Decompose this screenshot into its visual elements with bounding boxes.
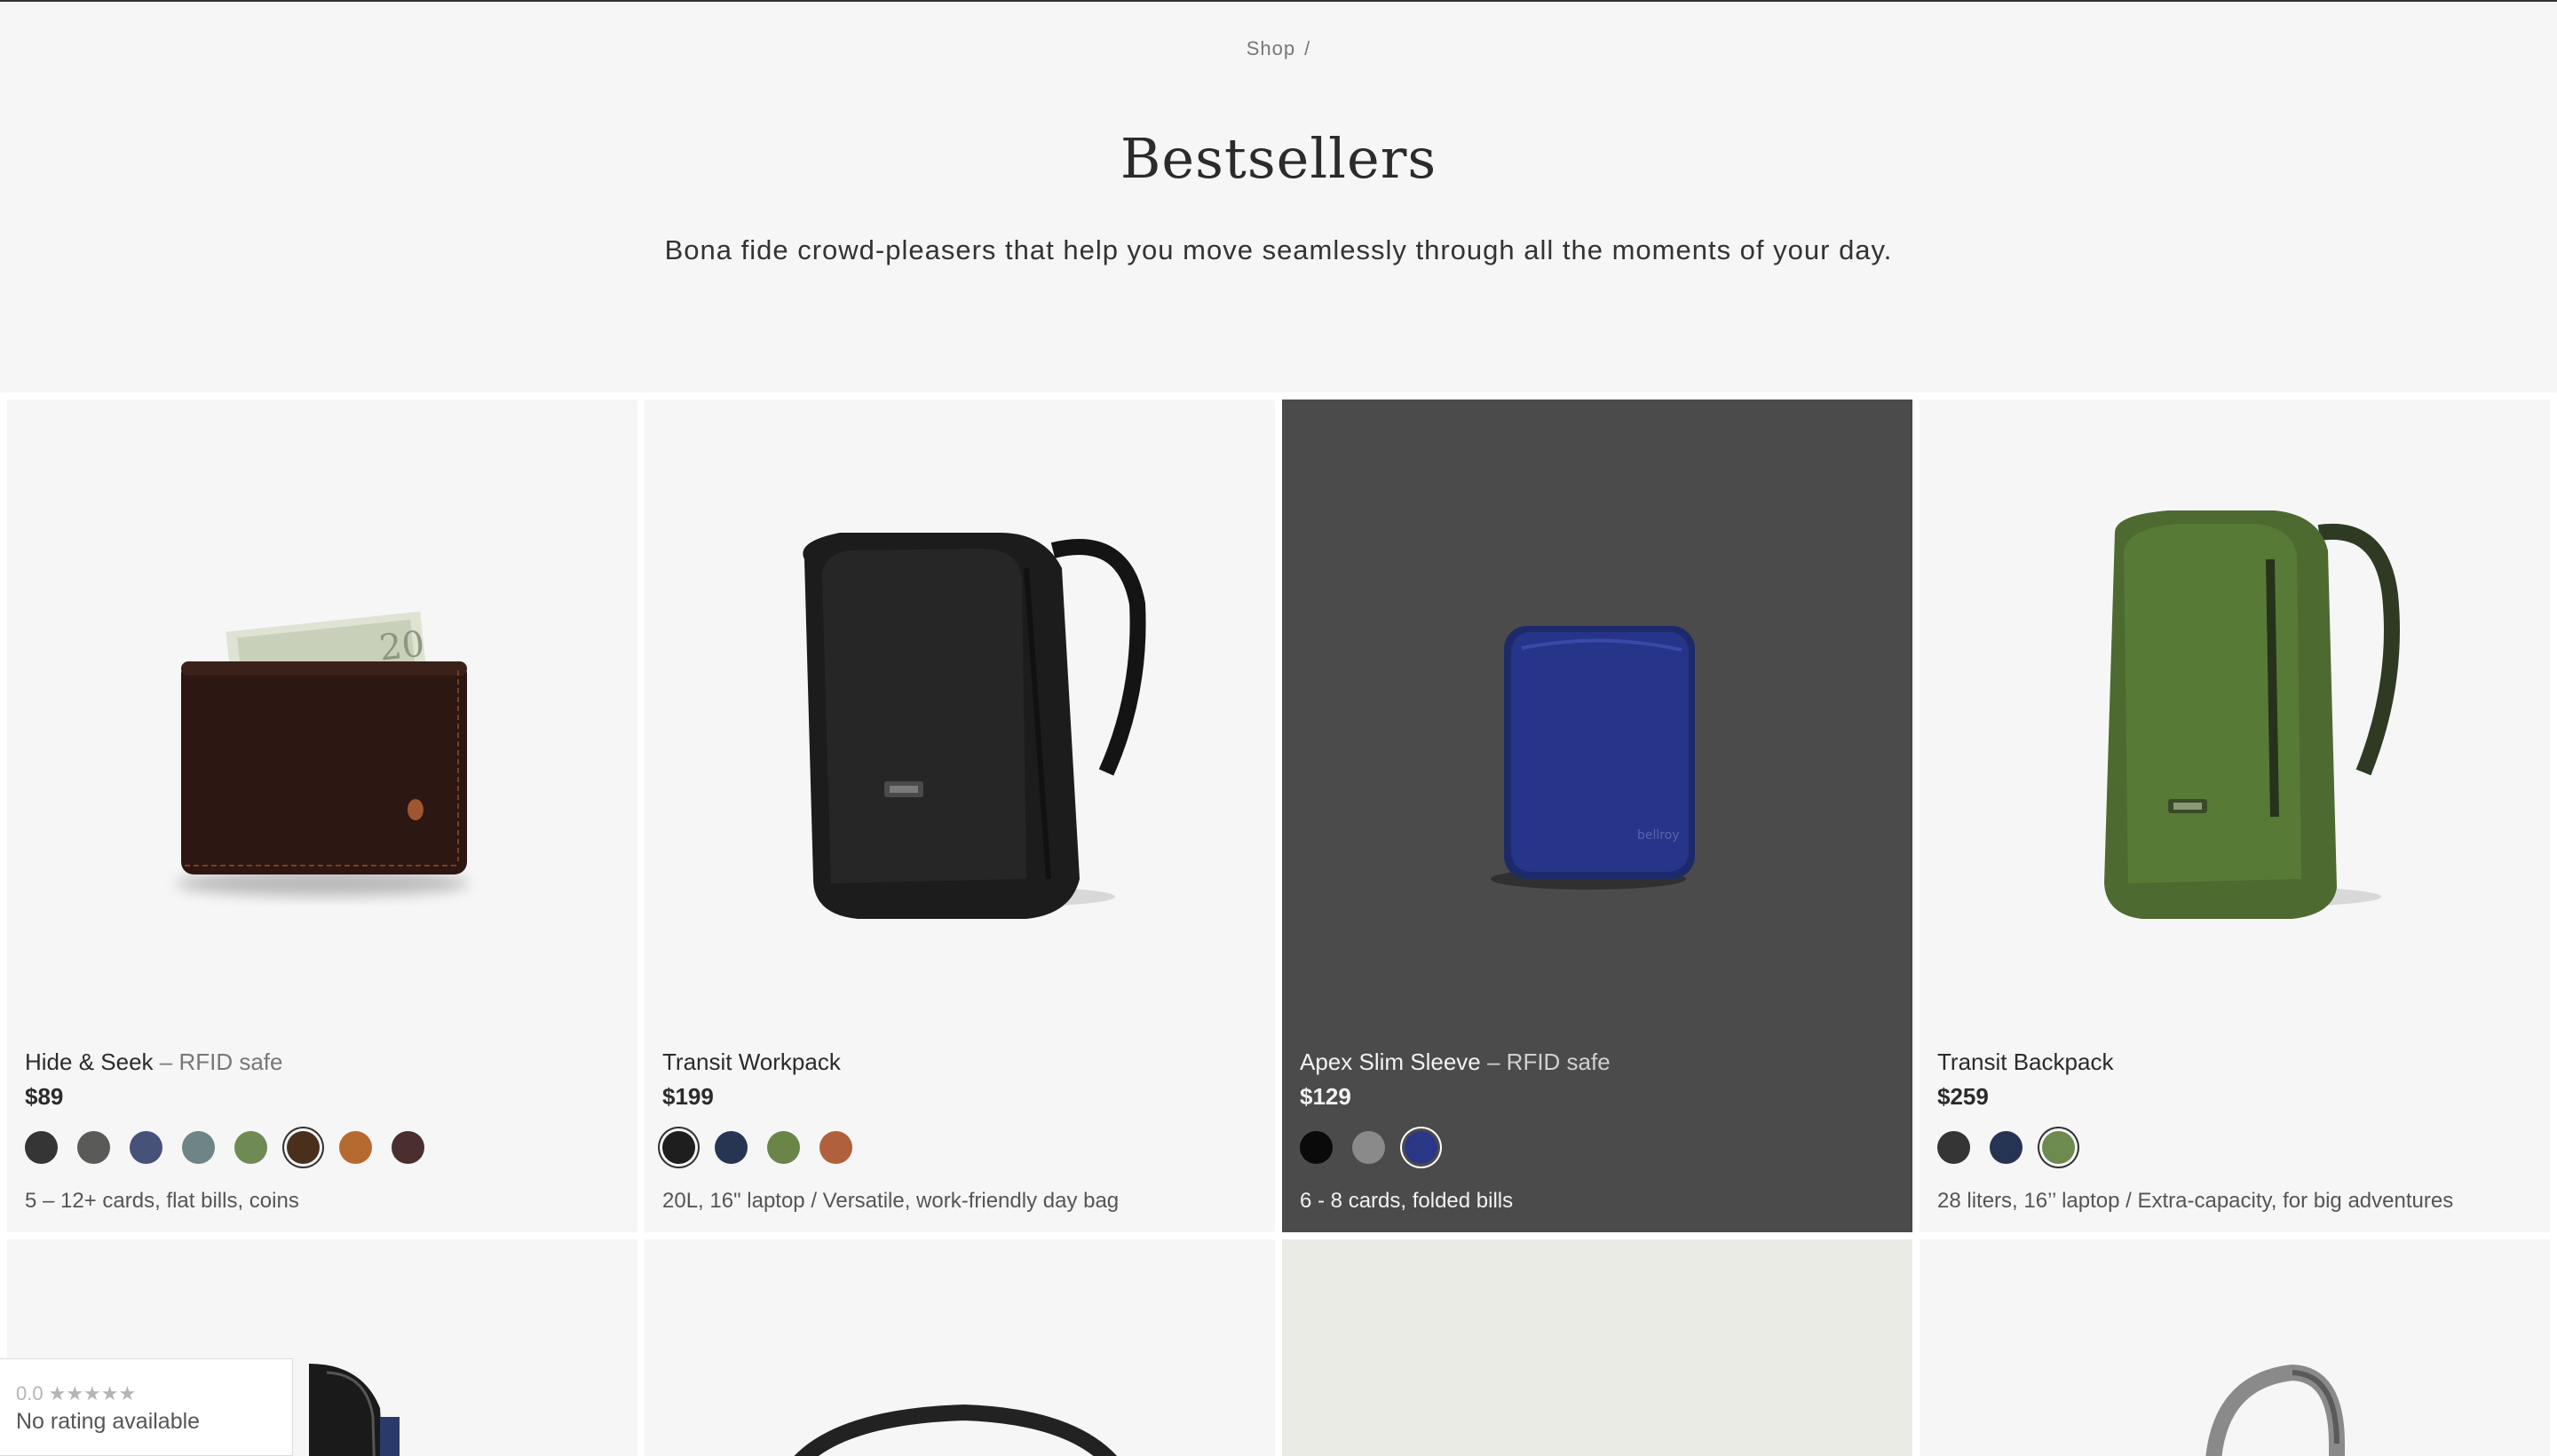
color-swatch[interactable] bbox=[2042, 1131, 2075, 1164]
product-card-apex-slim-sleeve[interactable]: bellroy Apex Slim Sleeve – RFID safe $12… bbox=[1282, 400, 1912, 1232]
product-image-apex-slim-sleeve[interactable]: bellroy bbox=[1282, 400, 1912, 1021]
product-info: Transit Backpack $259 28 liters, 16’’ la… bbox=[1937, 1046, 2532, 1216]
product-title[interactable]: Transit Backpack bbox=[1937, 1048, 2113, 1075]
product-image-hide-seek[interactable]: 20 bbox=[7, 400, 637, 1021]
product-tag: – RFID safe bbox=[1480, 1048, 1611, 1075]
product-tag: – RFID safe bbox=[153, 1048, 283, 1075]
product-title[interactable]: Hide & Seek bbox=[25, 1048, 154, 1075]
color-swatches bbox=[662, 1131, 1257, 1167]
product-info: Apex Slim Sleeve – RFID safe $129 6 - 8 … bbox=[1300, 1046, 1895, 1216]
rating-score: 0.0 bbox=[16, 1382, 44, 1405]
color-swatch[interactable] bbox=[819, 1131, 852, 1164]
color-swatch[interactable] bbox=[767, 1131, 800, 1164]
product-info: Transit Workpack $199 20L, 16" laptop / … bbox=[662, 1046, 1257, 1216]
star-icons: ★★★★★ bbox=[48, 1382, 137, 1405]
color-swatches bbox=[1937, 1131, 2532, 1167]
page-title: Bestsellers bbox=[1120, 126, 1437, 191]
color-swatch[interactable] bbox=[392, 1131, 424, 1164]
product-name[interactable]: Transit Backpack bbox=[1937, 1046, 2532, 1078]
rating-widget[interactable]: 0.0 ★★★★★ No rating available bbox=[0, 1358, 293, 1456]
page-subtitle: Bona fide crowd-pleasers that help you m… bbox=[664, 234, 1893, 265]
breadcrumb-separator: / bbox=[1304, 37, 1311, 59]
breadcrumb-shop-link[interactable]: Shop bbox=[1247, 37, 1295, 59]
product-price: $199 bbox=[662, 1083, 714, 1110]
product-description: 20L, 16" laptop / Versatile, work-friend… bbox=[662, 1189, 1120, 1213]
product-description: 28 liters, 16’’ laptop / Extra-capacity,… bbox=[1937, 1189, 2454, 1213]
color-swatch[interactable] bbox=[25, 1131, 58, 1164]
color-swatch[interactable] bbox=[77, 1131, 110, 1164]
product-description: 6 - 8 cards, folded bills bbox=[1300, 1189, 1514, 1213]
product-price: $89 bbox=[25, 1083, 64, 1110]
color-swatch[interactable] bbox=[1405, 1131, 1437, 1164]
breadcrumb: Shop / bbox=[0, 37, 2557, 60]
product-card-hide-seek[interactable]: 20 Hide & Seek – RFID safe $89 5 – 12+ c… bbox=[7, 400, 637, 1232]
rating-text: No rating available bbox=[16, 1409, 201, 1434]
color-swatch[interactable] bbox=[1990, 1131, 2023, 1164]
rating-stars: 0.0 ★★★★★ bbox=[16, 1382, 136, 1405]
color-swatch[interactable] bbox=[1937, 1131, 1970, 1164]
product-title[interactable]: Apex Slim Sleeve bbox=[1300, 1048, 1481, 1075]
product-card-transit-backpack[interactable]: Transit Backpack $259 28 liters, 16’’ la… bbox=[1920, 400, 2550, 1232]
product-card-row2-2[interactable] bbox=[645, 1239, 1275, 1456]
product-name[interactable]: Hide & Seek – RFID safe bbox=[25, 1046, 620, 1078]
product-card-row2-3[interactable] bbox=[1282, 1239, 1912, 1456]
product-name[interactable]: Apex Slim Sleeve – RFID safe bbox=[1300, 1046, 1895, 1078]
color-swatches bbox=[1300, 1131, 1895, 1167]
product-image-transit-backpack[interactable] bbox=[1920, 400, 2550, 1021]
hero-section: Shop / Bestsellers Bona fide crowd-please… bbox=[0, 2, 2557, 392]
product-price: $259 bbox=[1937, 1083, 1989, 1110]
color-swatches bbox=[25, 1131, 620, 1167]
product-image-row2-4[interactable] bbox=[1920, 1239, 2550, 1456]
color-swatch[interactable] bbox=[662, 1131, 695, 1164]
color-swatch[interactable] bbox=[182, 1131, 215, 1164]
color-swatch[interactable] bbox=[1352, 1131, 1385, 1164]
svg-text:bellroy: bellroy bbox=[1637, 828, 1680, 843]
product-image-row2-2[interactable] bbox=[645, 1239, 1275, 1456]
color-swatch[interactable] bbox=[715, 1131, 748, 1164]
color-swatch[interactable] bbox=[1300, 1131, 1333, 1164]
product-price: $129 bbox=[1300, 1083, 1351, 1110]
product-info: Hide & Seek – RFID safe $89 5 – 12+ card… bbox=[25, 1046, 620, 1216]
product-image-transit-workpack[interactable] bbox=[645, 400, 1275, 1021]
product-card-row2-4[interactable] bbox=[1920, 1239, 2550, 1456]
product-name[interactable]: Transit Workpack bbox=[662, 1046, 1257, 1078]
color-swatch[interactable] bbox=[234, 1131, 267, 1164]
product-card-transit-workpack[interactable]: Transit Workpack $199 20L, 16" laptop / … bbox=[645, 400, 1275, 1232]
product-title[interactable]: Transit Workpack bbox=[662, 1048, 841, 1075]
product-description: 5 – 12+ cards, flat bills, coins bbox=[25, 1189, 299, 1213]
product-grid: 20 Hide & Seek – RFID safe $89 5 – 12+ c… bbox=[7, 400, 2550, 1456]
color-swatch[interactable] bbox=[130, 1131, 162, 1164]
color-swatch[interactable] bbox=[287, 1131, 320, 1164]
color-swatch[interactable] bbox=[339, 1131, 372, 1164]
